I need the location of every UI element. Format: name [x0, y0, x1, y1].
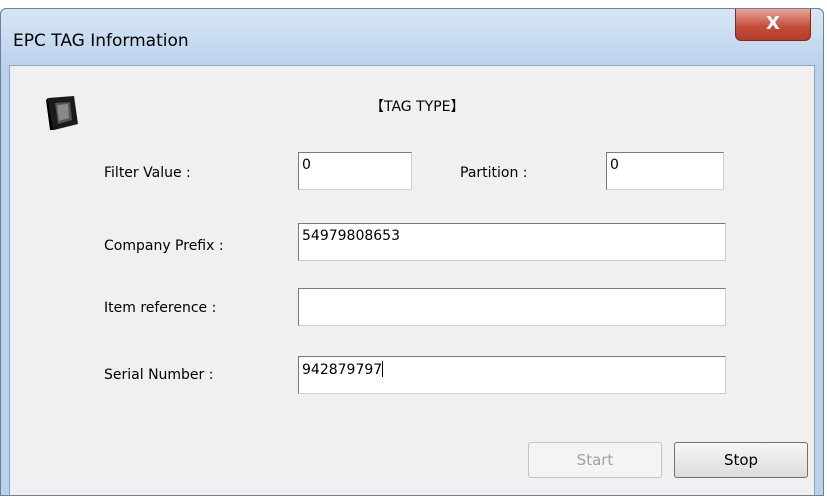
- filter-value-input[interactable]: 0: [298, 152, 412, 190]
- item-reference-input[interactable]: [298, 288, 726, 326]
- text-cursor: [382, 361, 384, 377]
- partition-input[interactable]: 0: [606, 152, 724, 190]
- serial-number-text: 942879797: [302, 362, 383, 378]
- partition-text: 0: [610, 157, 619, 173]
- close-button[interactable]: X: [735, 9, 811, 41]
- dialog-body: 【TAG TYPE】 Filter Value : 0 Partition : …: [9, 65, 815, 495]
- tag-type-heading: 【TAG TYPE】: [370, 99, 465, 115]
- start-button[interactable]: Start: [528, 442, 662, 478]
- company-prefix-input[interactable]: 54979808653: [298, 223, 726, 261]
- serial-number-label: Serial Number :: [104, 367, 214, 383]
- epc-tag-dialog: EPC TAG Information X 【TAG TYPE】 Filter …: [0, 8, 824, 496]
- close-icon: X: [766, 13, 780, 34]
- stop-button[interactable]: Stop: [674, 442, 808, 478]
- reader-device-icon: [46, 96, 78, 130]
- title-bar[interactable]: EPC TAG Information X: [1, 9, 823, 65]
- serial-number-input[interactable]: 942879797: [298, 356, 726, 394]
- partition-label: Partition :: [460, 165, 528, 181]
- company-prefix-text: 54979808653: [302, 228, 400, 244]
- window-title: EPC TAG Information: [13, 31, 189, 51]
- company-prefix-label: Company Prefix :: [104, 238, 224, 254]
- filter-value-label: Filter Value :: [104, 165, 191, 181]
- item-reference-label: Item reference :: [104, 300, 217, 316]
- filter-value-text: 0: [302, 157, 311, 173]
